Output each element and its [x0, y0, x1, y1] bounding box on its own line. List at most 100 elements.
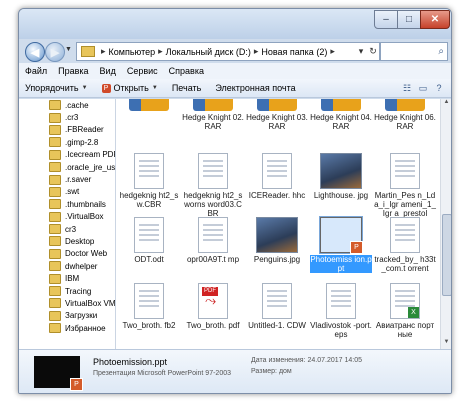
command-bar: Упорядочить ▼ P Открыть ▼ Печать Электро… — [19, 79, 451, 98]
preview-pane-icon[interactable]: ▭ — [415, 81, 431, 95]
refresh-icon[interactable]: ↻ — [367, 46, 379, 57]
file-item[interactable]: RAR — [118, 99, 180, 113]
sidebar-item[interactable]: Doctor Web — [19, 248, 115, 260]
file-item[interactable]: Two_broth. fb2 — [118, 283, 180, 330]
view-options-icon[interactable]: ☷ — [399, 81, 415, 95]
menu-file[interactable]: Файл — [25, 66, 47, 76]
breadcrumb-folder[interactable]: Новая папка (2) — [261, 47, 327, 57]
help-icon[interactable]: ? — [431, 81, 447, 95]
maximize-button[interactable]: □ — [397, 10, 421, 29]
breadcrumb-drive[interactable]: Локальный диск (D:) — [166, 47, 251, 57]
excel-icon: X — [408, 307, 419, 318]
sidebar-item[interactable]: .FBReader — [19, 124, 115, 136]
menu-tools[interactable]: Сервис — [127, 66, 158, 76]
forward-button[interactable]: ▶ — [45, 42, 65, 62]
file-item[interactable]: Vladivostok -port.eps — [310, 283, 372, 339]
vertical-scrollbar[interactable]: ▲ ▼ — [440, 99, 451, 349]
close-button[interactable]: ✕ — [420, 10, 450, 29]
sidebar-item[interactable]: Desktop — [19, 235, 115, 247]
file-name-label: Two_broth. fb2 — [122, 321, 176, 330]
chevron-down-icon: ▼ — [151, 85, 158, 91]
acrobat-icon: ⤳ — [205, 292, 217, 308]
file-item[interactable]: RAR Hedge Knight 04.RAR — [310, 99, 372, 131]
breadcrumb-computer[interactable]: Компьютер — [109, 47, 156, 57]
sidebar-item[interactable]: VirtualBox VMs — [19, 297, 115, 309]
sidebar-item[interactable]: IBM — [19, 272, 115, 284]
open-button[interactable]: P Открыть ▼ — [101, 83, 158, 93]
file-item[interactable]: RAR Hedge Knight 03.RAR — [246, 99, 308, 131]
details-size: Размер: дом — [251, 368, 292, 375]
sidebar-item[interactable]: .r.saver — [19, 173, 115, 185]
menu-edit[interactable]: Правка — [58, 66, 88, 76]
file-item[interactable]: Untitled-1. CDW — [246, 283, 308, 330]
sidebar-item[interactable]: Избранное — [19, 322, 115, 334]
sidebar-item[interactable]: cr3 — [19, 223, 115, 235]
text-line-icon — [139, 239, 159, 241]
document-file-icon — [134, 217, 164, 253]
print-button[interactable]: Печать — [172, 83, 201, 93]
file-item[interactable]: Lighthouse. jpg — [310, 153, 372, 200]
folder-icon — [49, 174, 61, 185]
text-line-icon — [203, 175, 223, 177]
sidebar-item[interactable]: .VirtualBox — [19, 211, 115, 223]
sidebar-item[interactable]: Tracing — [19, 285, 115, 297]
scroll-thumb[interactable] — [442, 214, 451, 296]
minimize-button[interactable]: – — [374, 10, 398, 29]
rar-archive-icon: RAR — [321, 99, 361, 111]
text-line-icon — [203, 165, 223, 167]
sidebar-item-label: .VirtualBox — [65, 212, 104, 222]
file-item[interactable]: X Авиатранс портные — [374, 283, 436, 339]
file-item[interactable]: hedgeknig ht2_sw.CBR — [118, 153, 180, 209]
file-item[interactable]: ODT.odt — [118, 217, 180, 264]
menu-view[interactable]: Вид — [100, 66, 116, 76]
sidebar-item[interactable]: .thumbnails — [19, 198, 115, 210]
sidebar-item[interactable]: .swt — [19, 186, 115, 198]
scroll-down-icon[interactable]: ▼ — [441, 339, 451, 349]
file-item[interactable]: Penguins.jpg — [246, 217, 308, 264]
sidebar-item[interactable]: dwhelper — [19, 260, 115, 272]
text-line-icon — [203, 224, 223, 226]
menu-bar: Файл Правка Вид Сервис Справка — [19, 63, 451, 79]
sidebar-item-label: Избранное — [65, 323, 106, 333]
document-file-icon — [134, 283, 164, 319]
file-name-label: Hedge Knight 06.RAR — [374, 113, 436, 131]
file-item[interactable]: opr00A9T.t mp — [182, 217, 244, 264]
folder-icon — [49, 286, 61, 297]
file-item[interactable]: PDF ⤳ Two_broth. pdf — [182, 283, 244, 330]
sidebar-item[interactable]: .cr3 — [19, 111, 115, 123]
text-line-icon — [331, 300, 351, 302]
sidebar-item[interactable]: Загрузки — [19, 310, 115, 322]
text-line-icon — [395, 175, 415, 177]
file-item[interactable]: P Photoemiss ion.ppt — [310, 216, 372, 273]
menu-help[interactable]: Справка — [169, 66, 204, 76]
chevron-down-icon: ▼ — [81, 85, 88, 91]
sidebar-item[interactable]: .Icecream PDF Co — [19, 149, 115, 161]
search-input[interactable]: ⌕ — [380, 42, 448, 61]
scroll-up-icon[interactable]: ▲ — [441, 99, 451, 109]
sidebar-item[interactable]: .cache — [19, 99, 115, 111]
file-name-label: Penguins.jpg — [253, 255, 301, 264]
file-item[interactable]: hedgeknig ht2_sworns word03.CBR — [182, 153, 244, 218]
text-line-icon — [139, 305, 159, 307]
file-item[interactable]: RAR Hedge Knight 06.RAR — [374, 99, 436, 131]
document-file-icon — [262, 283, 292, 319]
sidebar-item[interactable]: .oracle_jre_usage — [19, 161, 115, 173]
file-item[interactable]: Martin_Pes n_Lda_i_Igr ameni_1_Igr a_pre… — [374, 153, 436, 218]
file-item[interactable]: ICEReader. hhc — [246, 153, 308, 200]
sidebar-item-label: .Icecream PDF Co — [65, 150, 115, 160]
recent-pages-dropdown[interactable]: ▼ — [65, 46, 72, 53]
chevron-icon: ▸ — [253, 46, 259, 56]
chevron-down-icon[interactable]: ▾ — [355, 46, 367, 57]
file-item[interactable]: RAR Hedge Knight 02.RAR — [182, 99, 244, 131]
organize-button[interactable]: Упорядочить ▼ — [25, 83, 88, 93]
address-bar[interactable]: ▸ Компьютер ▸ Локальный диск (D:) ▸ Нова… — [76, 42, 380, 61]
file-name-label: Hedge Knight 03.RAR — [246, 113, 308, 131]
back-button[interactable]: ◀ — [25, 42, 45, 62]
text-line-icon — [203, 229, 223, 231]
file-item[interactable]: tracked_by_ h33t_com.t orrent — [374, 217, 436, 273]
sidebar-item[interactable]: .gimp-2.8 — [19, 136, 115, 148]
text-line-icon — [395, 170, 415, 172]
text-line-icon — [267, 305, 287, 307]
sidebar-item-label: .oracle_jre_usage — [65, 162, 116, 172]
email-button[interactable]: Электронная почта — [215, 83, 295, 93]
